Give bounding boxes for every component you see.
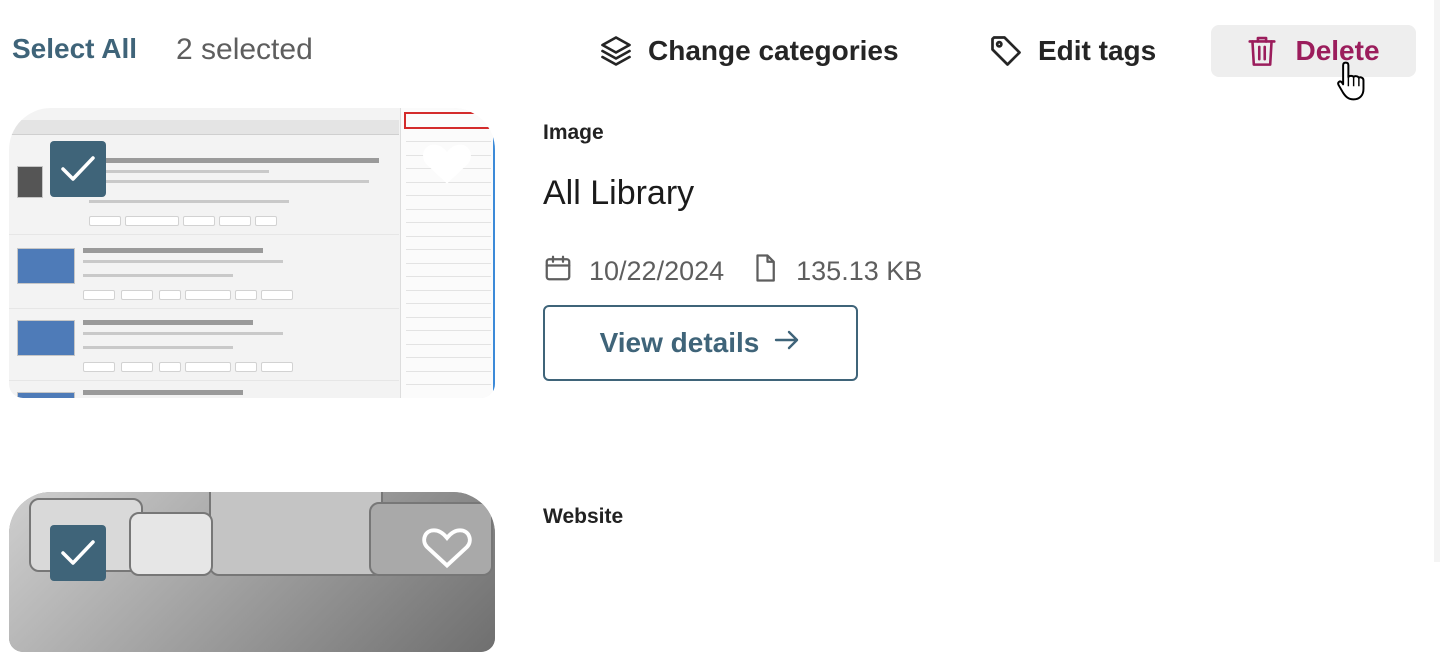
file-icon (750, 253, 780, 290)
resource-type: Image (543, 121, 604, 144)
selected-checkbox[interactable] (50, 525, 106, 581)
thumbnail-detail (9, 120, 399, 135)
resource-title[interactable]: All Library (543, 174, 694, 213)
layers-icon (598, 33, 634, 69)
change-categories-button[interactable]: Change categories (598, 25, 899, 77)
hand-cursor-icon (1335, 60, 1367, 107)
thumbnail-detail (9, 382, 399, 398)
bulk-action-toolbar: Select All 2 selected Change categories … (0, 0, 1440, 104)
select-all-button[interactable]: Select All (12, 33, 137, 65)
thumbnail-detail (209, 492, 383, 576)
checkmark-icon (61, 156, 95, 181)
resource-thumbnail[interactable] (9, 108, 495, 398)
edit-tags-button[interactable]: Edit tags (988, 25, 1156, 77)
resource-size: 135.13 KB (796, 256, 923, 286)
thumbnail-detail (129, 512, 213, 576)
thumbnail-detail (9, 308, 399, 381)
favorite-toggle[interactable] (421, 140, 473, 191)
change-categories-label: Change categories (648, 35, 899, 66)
resource-card: Website (0, 492, 1440, 652)
view-details-label: View details (599, 327, 760, 358)
resource-card: Image All Library 10/22/2024 135.13 KB V… (0, 108, 1440, 408)
selected-count: 2 selected (176, 33, 313, 66)
resource-thumbnail[interactable] (9, 492, 495, 652)
view-details-button[interactable]: View details (543, 305, 858, 381)
selected-checkbox[interactable] (50, 141, 106, 197)
thumbnail-detail (9, 236, 399, 309)
favorite-toggle[interactable] (421, 524, 473, 575)
edit-tags-label: Edit tags (1038, 35, 1157, 66)
calendar-icon (543, 253, 573, 290)
arrow-right-icon (773, 327, 801, 359)
heart-icon (423, 144, 471, 184)
checkmark-icon (61, 540, 95, 565)
heart-icon (422, 528, 472, 569)
delete-button[interactable]: Delete (1211, 25, 1416, 77)
resource-meta: 10/22/2024 135.13 KB (543, 253, 922, 290)
tag-icon (988, 33, 1024, 69)
trash-icon (1247, 34, 1277, 68)
resource-type: Website (543, 505, 624, 528)
resource-date: 10/22/2024 (589, 256, 725, 286)
